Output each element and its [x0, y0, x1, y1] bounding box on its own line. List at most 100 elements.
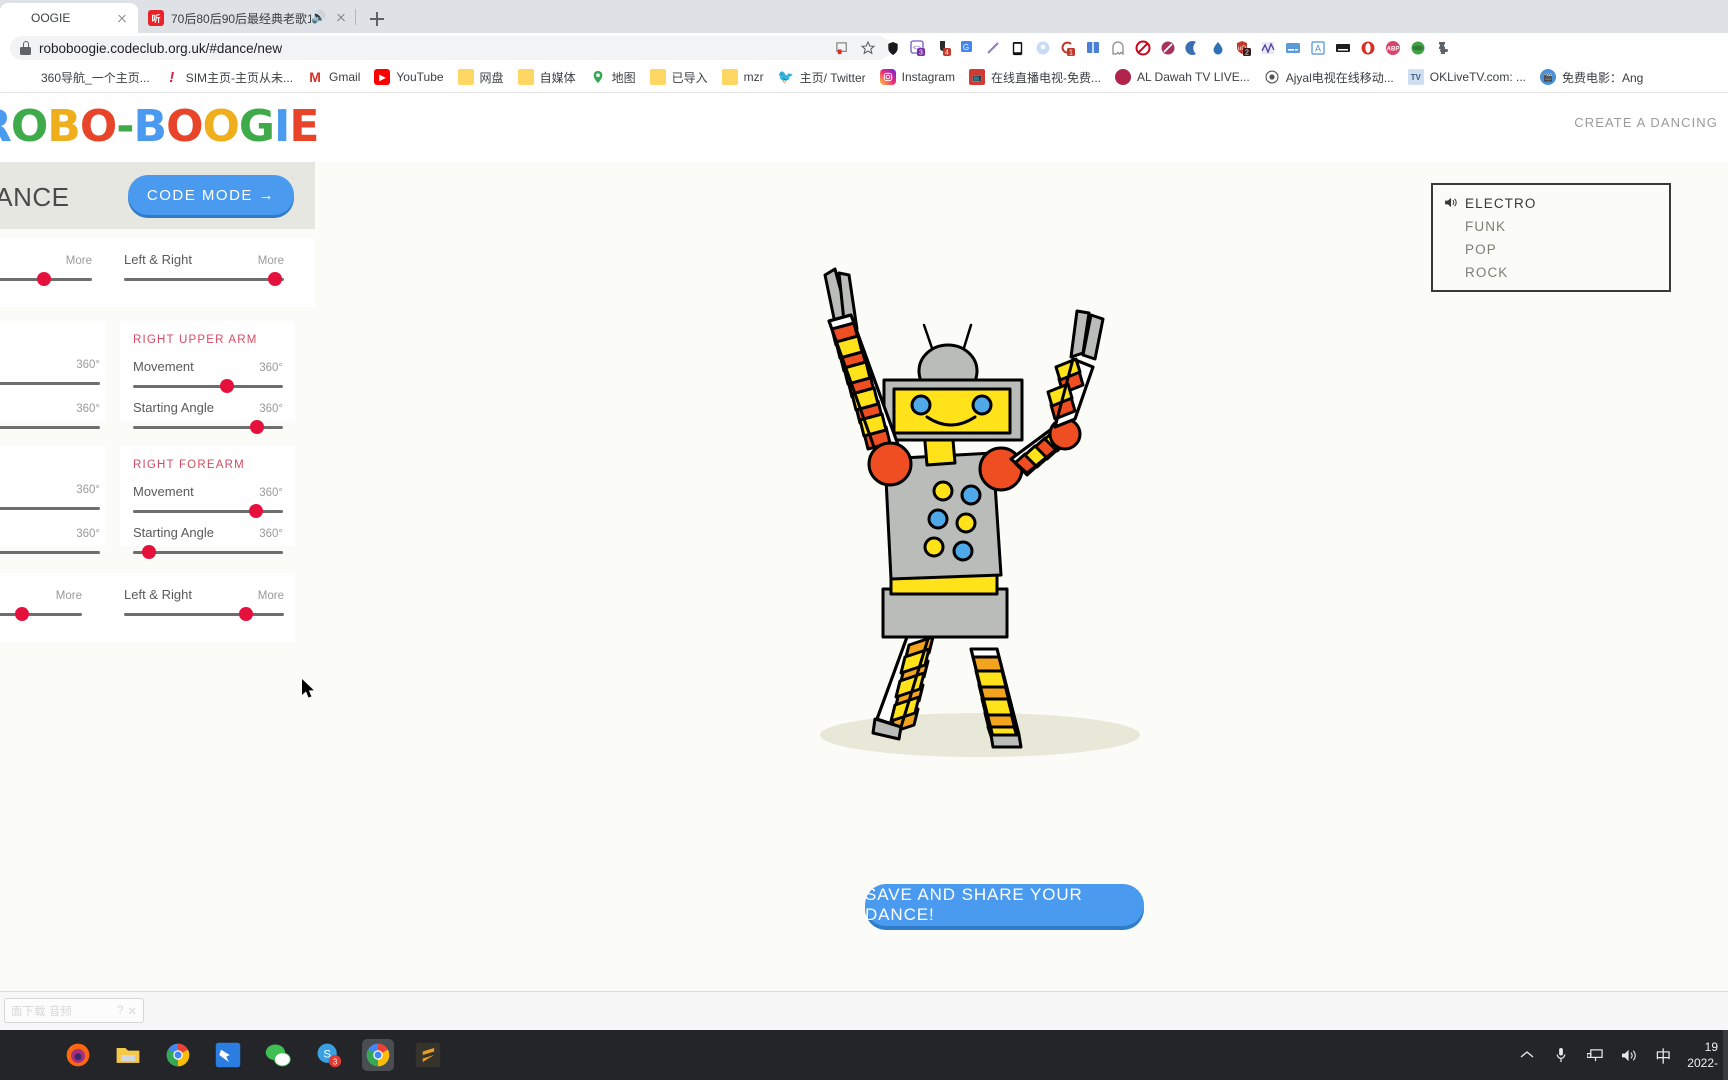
- new-tab-button[interactable]: [365, 7, 389, 31]
- tab-audio-icon[interactable]: 🔊: [311, 9, 327, 25]
- browser-tab-1[interactable]: OOGIE: [0, 3, 138, 33]
- bookmark-item[interactable]: ! SIM主页-主页从未...: [157, 65, 300, 89]
- translate-extension-icon[interactable]: G: [955, 36, 980, 60]
- adblockplus-icon[interactable]: ABP: [1380, 36, 1405, 60]
- show-desktop-button[interactable]: [1723, 1030, 1728, 1080]
- wave-extension-icon[interactable]: [1255, 36, 1280, 60]
- media-cast-icon[interactable]: [830, 36, 855, 60]
- bookmark-item[interactable]: ▶ YouTube: [367, 65, 450, 89]
- thunderbird-taskbar-icon[interactable]: [212, 1039, 244, 1071]
- wechat-taskbar-icon[interactable]: [262, 1039, 294, 1071]
- slider-knob[interactable]: [250, 420, 264, 434]
- block-extension-icon[interactable]: [1155, 36, 1180, 60]
- bookmark-item[interactable]: AL Dawah TV LIVE...: [1108, 65, 1257, 89]
- tablet-extension-icon[interactable]: [1005, 36, 1030, 60]
- slider-knob[interactable]: [36, 272, 51, 286]
- taskbar-clock[interactable]: 19 2022-: [1687, 1039, 1720, 1071]
- genre-item-funk[interactable]: FUNK: [1433, 215, 1669, 238]
- bookmark-item[interactable]: TV OKLiveTV.com: ...: [1401, 65, 1533, 89]
- opera-extension-icon[interactable]: [1355, 36, 1380, 60]
- sublime-taskbar-icon[interactable]: [412, 1039, 444, 1071]
- slider-track-wrap[interactable]: [0, 607, 82, 621]
- download-close-icon[interactable]: ✕: [127, 1004, 137, 1018]
- chrome-active-taskbar-icon[interactable]: [362, 1039, 394, 1071]
- bookmark-item[interactable]: 网盘: [451, 65, 511, 89]
- globe-extension-icon[interactable]: [1405, 36, 1430, 60]
- bookmark-item[interactable]: 地图: [583, 65, 643, 89]
- bookmark-item[interactable]: 已导入: [643, 65, 715, 89]
- chrome-taskbar-icon[interactable]: [162, 1039, 194, 1071]
- bookmark-item[interactable]: Instagram: [873, 65, 962, 89]
- logo-letter: -: [116, 101, 134, 152]
- droplet-extension-icon[interactable]: [1205, 36, 1230, 60]
- genre-item-electro[interactable]: ELECTRO: [1433, 192, 1669, 215]
- slider-knob[interactable]: [220, 379, 234, 393]
- puzzle-extensions-icon[interactable]: [1430, 36, 1455, 60]
- ink-extension-icon[interactable]: 4: [930, 36, 955, 60]
- slider-knob[interactable]: [142, 545, 156, 559]
- slider-knob[interactable]: [14, 607, 29, 621]
- slider-track-wrap[interactable]: [133, 379, 283, 393]
- firefox-taskbar-icon[interactable]: [62, 1039, 94, 1071]
- sogou-taskbar-icon[interactable]: S3: [312, 1039, 344, 1071]
- address-bar[interactable]: roboboogie.codeclub.org.uk/#dance/new: [10, 36, 890, 60]
- moon-extension-icon[interactable]: [1180, 36, 1205, 60]
- download-item[interactable]: 面下载 音频 ? ✕: [4, 998, 144, 1023]
- slider-track-wrap[interactable]: [133, 504, 283, 518]
- roboboogie-logo[interactable]: ROBO-BOOGIE: [0, 101, 319, 152]
- slider-track-wrap[interactable]: [0, 420, 100, 434]
- magnifier-extension-icon[interactable]: [1030, 36, 1055, 60]
- slider-track-wrap[interactable]: [133, 545, 283, 559]
- genre-item-pop[interactable]: POP: [1433, 238, 1669, 261]
- close-icon[interactable]: [114, 10, 130, 26]
- slider-track-wrap[interactable]: [0, 272, 92, 286]
- window-controls[interactable]: [1590, 0, 1728, 33]
- bookmark-star-icon[interactable]: [855, 36, 880, 60]
- slider-track-wrap[interactable]: [124, 607, 284, 621]
- microphone-icon[interactable]: [1551, 1047, 1571, 1064]
- bookmark-item[interactable]: 🎬 免费电影：Ang: [1533, 65, 1650, 89]
- robot-figure[interactable]: [805, 267, 1175, 767]
- slider-track-wrap[interactable]: [0, 501, 100, 515]
- keyboard-extension-icon[interactable]: [1330, 36, 1355, 60]
- bookmark-item[interactable]: 自媒体: [511, 65, 583, 89]
- slider-knob[interactable]: [268, 272, 282, 286]
- slider-track-wrap[interactable]: [124, 272, 284, 286]
- chevron-up-icon[interactable]: [1517, 1050, 1537, 1060]
- ghost-extension-icon[interactable]: [1105, 36, 1130, 60]
- bookmark-label: OKLiveTV.com: ...: [1429, 70, 1526, 84]
- save-and-share-button[interactable]: SAVE AND SHARE YOUR DANCE!: [865, 884, 1144, 926]
- bookmark-item[interactable]: 360导航_一个主页...: [12, 65, 157, 89]
- rotate-extension-icon[interactable]: 1: [1055, 36, 1080, 60]
- oklivetv-favicon: TV: [1407, 69, 1424, 85]
- network-icon[interactable]: [1585, 1048, 1605, 1063]
- slider-knob[interactable]: [248, 504, 263, 518]
- ime-chinese-icon[interactable]: 中: [1653, 1043, 1673, 1067]
- slider-track-wrap[interactable]: [133, 420, 283, 434]
- bookmark-item[interactable]: 📺 在线直播电视-免费...: [962, 65, 1108, 89]
- logo-letter: B: [47, 101, 81, 152]
- download-help-icon[interactable]: ?: [117, 1005, 123, 1017]
- slider-knob[interactable]: [239, 607, 254, 621]
- ublock-origin-icon[interactable]: uO 2: [1230, 36, 1255, 60]
- genre-item-rock[interactable]: ROCK: [1433, 261, 1669, 284]
- slider-track-wrap[interactable]: [0, 376, 100, 390]
- volume-icon[interactable]: [1619, 1048, 1639, 1063]
- bookmark-item[interactable]: M Gmail: [300, 65, 367, 89]
- file-explorer-taskbar-icon[interactable]: [112, 1039, 144, 1071]
- bookmark-item[interactable]: mzr: [715, 65, 771, 89]
- folder-icon: [721, 69, 738, 85]
- bookmark-item[interactable]: 🐦 主页/ Twitter: [771, 65, 873, 89]
- bookmark-item[interactable]: Ajyal电视在线移动...: [1257, 65, 1401, 89]
- brave-shields-icon[interactable]: [880, 36, 905, 60]
- close-icon[interactable]: [333, 9, 349, 25]
- noscript-extension-icon[interactable]: [1130, 36, 1155, 60]
- slider-value: 360°: [259, 487, 283, 499]
- pencil-extension-icon[interactable]: [980, 36, 1005, 60]
- subtitle-extension-icon[interactable]: [1280, 36, 1305, 60]
- code-extension-icon[interactable]: <> 3: [905, 36, 930, 60]
- code-mode-button[interactable]: CODE MODE →: [128, 175, 294, 215]
- slider-track-wrap[interactable]: [0, 545, 100, 559]
- book-extension-icon[interactable]: [1080, 36, 1105, 60]
- azure-extension-icon[interactable]: A: [1305, 36, 1330, 60]
